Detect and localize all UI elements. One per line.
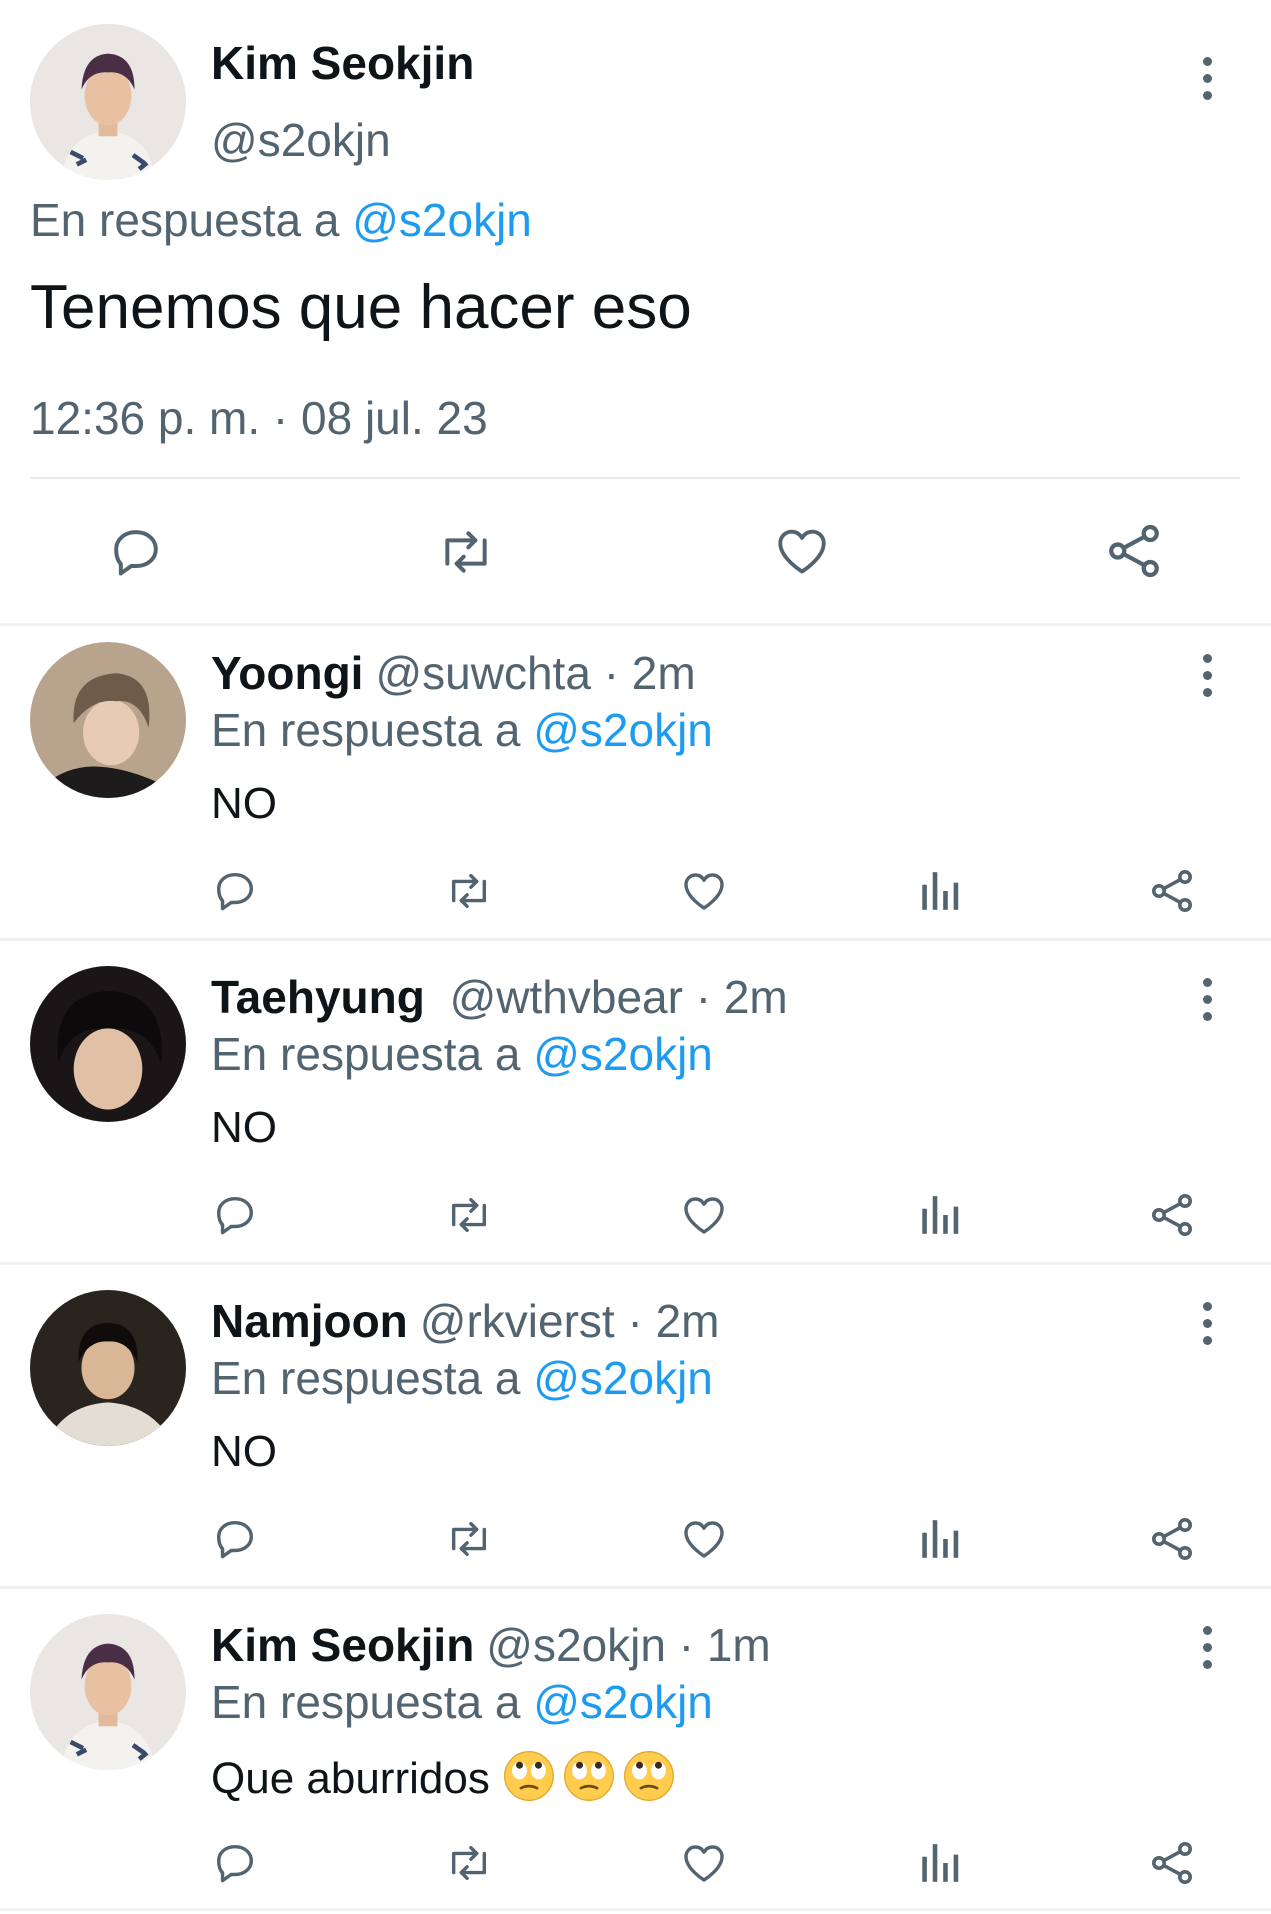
tweet-text: NO	[211, 1103, 277, 1152]
avatar[interactable]	[30, 24, 186, 180]
reply-prefix: En respuesta a	[211, 1028, 521, 1080]
more-options-icon[interactable]	[1197, 978, 1217, 1036]
tweet-text-container: Que aburridos	[211, 1749, 682, 1804]
share-icon[interactable]	[1148, 1191, 1196, 1239]
author-handle[interactable]: @s2okjn	[211, 113, 391, 167]
tweet-text: Tenemos que hacer eso	[30, 273, 692, 342]
author-handle[interactable]: @rkvierst	[420, 1295, 615, 1347]
tweet-time[interactable]: · 2m	[627, 1295, 719, 1347]
more-options-icon[interactable]	[1197, 1626, 1217, 1684]
rolling-eyes-emoji	[502, 1749, 556, 1803]
tweet-text: Que aburridos	[211, 1754, 490, 1803]
tweet-text: NO	[211, 779, 277, 828]
author-handle[interactable]: @suwchta	[375, 647, 590, 699]
avatar[interactable]	[30, 1290, 186, 1446]
like-icon[interactable]	[680, 1839, 728, 1887]
reply-context: En respuesta a @s2okjn	[211, 1027, 713, 1081]
share-icon[interactable]	[1148, 1839, 1196, 1887]
separator	[0, 1262, 1271, 1265]
separator	[0, 1908, 1271, 1911]
reply-header: Yoongi @suwchta · 2m	[211, 646, 696, 700]
author-name[interactable]: Kim Seokjin	[211, 36, 474, 90]
reply-prefix: En respuesta a	[211, 1352, 521, 1404]
reply-header: Taehyung @wthvbear · 2m	[211, 970, 788, 1024]
like-icon[interactable]	[680, 1515, 728, 1563]
retweet-icon[interactable]	[443, 868, 495, 914]
reply-icon[interactable]	[212, 868, 258, 914]
avatar[interactable]	[30, 1614, 186, 1770]
reply-icon[interactable]	[212, 1516, 258, 1562]
reply-header: Namjoon @rkvierst · 2m	[211, 1294, 719, 1348]
reply-icon[interactable]	[108, 524, 164, 580]
rolling-eyes-emoji	[622, 1749, 676, 1803]
reply-prefix: En respuesta a	[211, 704, 521, 756]
author-name[interactable]: Kim Seokjin	[211, 1619, 474, 1671]
reply-context: En respuesta a @s2okjn	[211, 1351, 713, 1405]
tweet-time[interactable]: · 2m	[604, 647, 696, 699]
retweet-icon[interactable]	[443, 1840, 495, 1886]
tweet-time[interactable]: · 2m	[696, 971, 788, 1023]
reply-to-link[interactable]: @s2okjn	[533, 704, 713, 756]
reply-prefix: En respuesta a	[211, 1676, 521, 1728]
avatar[interactable]	[30, 642, 186, 798]
author-name[interactable]: Namjoon	[211, 1295, 408, 1347]
reply-to-link[interactable]: @s2okjn	[533, 1028, 713, 1080]
tweet-timestamp[interactable]: 12:36 p. m. · 08 jul. 23	[30, 391, 488, 445]
share-icon[interactable]	[1148, 1515, 1196, 1563]
author-name[interactable]: Taehyung	[211, 971, 425, 1023]
tweet-text: NO	[211, 1427, 277, 1476]
like-icon[interactable]	[680, 867, 728, 915]
author-handle[interactable]: @s2okjn	[486, 1619, 666, 1671]
reply-header: Kim Seokjin @s2okjn · 1m	[211, 1618, 771, 1672]
more-options-icon[interactable]	[1197, 57, 1217, 115]
reply-icon[interactable]	[212, 1192, 258, 1238]
divider	[30, 477, 1240, 479]
reply-icon[interactable]	[212, 1840, 258, 1886]
author-name[interactable]: Yoongi	[211, 647, 363, 699]
views-icon[interactable]	[918, 1516, 960, 1562]
retweet-icon[interactable]	[434, 524, 498, 580]
avatar[interactable]	[30, 966, 186, 1122]
reply-context: En respuesta a @s2okjn	[211, 1675, 713, 1729]
more-options-icon[interactable]	[1197, 654, 1217, 712]
author-handle[interactable]: @wthvbear	[450, 971, 683, 1023]
reply-to-link[interactable]: @s2okjn	[352, 194, 532, 246]
reply-context: En respuesta a @s2okjn	[30, 193, 532, 247]
views-icon[interactable]	[918, 1840, 960, 1886]
views-icon[interactable]	[918, 1192, 960, 1238]
separator	[0, 623, 1271, 626]
tweet-time[interactable]: · 1m	[679, 1619, 771, 1671]
separator	[0, 938, 1271, 941]
views-icon[interactable]	[918, 868, 960, 914]
retweet-icon[interactable]	[443, 1192, 495, 1238]
separator	[0, 1586, 1271, 1589]
reply-to-link[interactable]: @s2okjn	[533, 1676, 713, 1728]
share-icon[interactable]	[1104, 521, 1164, 581]
reply-context: En respuesta a @s2okjn	[211, 703, 713, 757]
more-options-icon[interactable]	[1197, 1302, 1217, 1360]
rolling-eyes-emoji	[562, 1749, 616, 1803]
like-icon[interactable]	[680, 1191, 728, 1239]
reply-prefix: En respuesta a	[30, 194, 340, 246]
like-icon[interactable]	[772, 522, 832, 580]
share-icon[interactable]	[1148, 867, 1196, 915]
reply-to-link[interactable]: @s2okjn	[533, 1352, 713, 1404]
retweet-icon[interactable]	[443, 1516, 495, 1562]
